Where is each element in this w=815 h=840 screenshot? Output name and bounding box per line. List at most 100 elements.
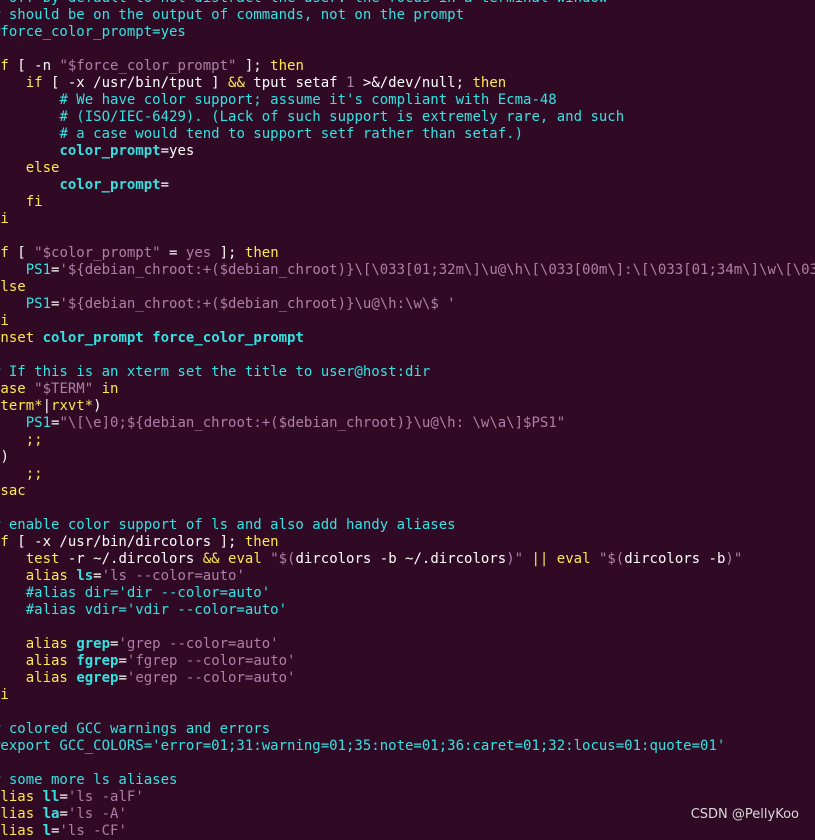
code-token-comment: # some more ls aliases bbox=[0, 772, 177, 788]
code-token-comment: #alias vdir='vdir --color=auto' bbox=[26, 602, 287, 618]
code-line[interactable]: fi bbox=[0, 687, 815, 704]
code-line[interactable]: alias ls='ls --color=auto' bbox=[0, 568, 815, 585]
code-line[interactable] bbox=[0, 228, 815, 245]
code-token-plain bbox=[34, 330, 42, 346]
code-line[interactable]: alias fgrep='fgrep --color=auto' bbox=[0, 653, 815, 670]
code-line[interactable]: color_prompt=yes bbox=[0, 143, 815, 160]
code-line[interactable]: else bbox=[0, 160, 815, 177]
code-line[interactable]: alias l='ls -CF' bbox=[0, 823, 815, 840]
code-line[interactable]: alias grep='grep --color=auto' bbox=[0, 636, 815, 653]
code-token-plain bbox=[0, 262, 26, 278]
code-token-string: '${debian_chroot:+($debian_chroot)}\u@\h… bbox=[59, 296, 455, 312]
code-line[interactable] bbox=[0, 619, 815, 636]
code-token-plain: = bbox=[118, 653, 126, 669]
code-line[interactable]: #alias vdir='vdir --color=auto' bbox=[0, 602, 815, 619]
code-token-var: color_prompt bbox=[59, 143, 160, 159]
code-line[interactable]: PS1='${debian_chroot:+($debian_chroot)}\… bbox=[0, 296, 815, 313]
code-line[interactable]: else bbox=[0, 279, 815, 296]
code-line[interactable]: # a case would tend to support setf rath… bbox=[0, 126, 815, 143]
code-line[interactable]: PS1='${debian_chroot:+($debian_chroot)}\… bbox=[0, 262, 815, 279]
code-line[interactable]: if [ "$color_prompt" = yes ]; then bbox=[0, 245, 815, 262]
code-token-keyword: alias bbox=[0, 789, 34, 805]
code-line[interactable] bbox=[0, 347, 815, 364]
code-token-plain bbox=[0, 296, 26, 312]
code-line[interactable]: # some more ls aliases bbox=[0, 772, 815, 789]
code-token-keyword: fi bbox=[26, 194, 43, 210]
code-token-plain: [ bbox=[9, 245, 34, 261]
code-token-keyword: then bbox=[245, 534, 279, 550]
code-token-var: color_prompt bbox=[59, 177, 160, 193]
code-token-string: '${debian_chroot:+($debian_chroot)}\[\03… bbox=[59, 262, 815, 278]
code-token-plain: = bbox=[93, 568, 101, 584]
code-token-keyword: && bbox=[228, 75, 245, 91]
code-token-plain bbox=[0, 551, 26, 567]
code-token-comment: # We have color support; assume it's com… bbox=[59, 92, 556, 108]
code-token-keyword: eval bbox=[557, 551, 591, 567]
code-line[interactable] bbox=[0, 41, 815, 58]
code-line[interactable]: color_prompt= bbox=[0, 177, 815, 194]
code-line[interactable]: PS1="\[\e]0;${debian_chroot:+($debian_ch… bbox=[0, 415, 815, 432]
code-line[interactable]: # If this is an xterm set the title to u… bbox=[0, 364, 815, 381]
code-token-plain bbox=[548, 551, 556, 567]
code-line[interactable] bbox=[0, 500, 815, 517]
code-token-plain bbox=[144, 330, 152, 346]
code-token-string: "$( bbox=[599, 551, 624, 567]
code-token-keyword: ;; bbox=[26, 466, 43, 482]
terminal-editor-view[interactable]: # off by default to not distract the use… bbox=[0, 0, 815, 840]
code-line[interactable]: # (ISO/IEC-6429). (Lack of such support … bbox=[0, 109, 815, 126]
code-token-string: 'ls -alF' bbox=[68, 789, 144, 805]
code-line[interactable]: #export GCC_COLORS='error=01;31:warning=… bbox=[0, 738, 815, 755]
code-token-keyword: then bbox=[245, 245, 279, 261]
code-line[interactable] bbox=[0, 755, 815, 772]
code-token-plain: | bbox=[43, 398, 51, 414]
code-token-plain bbox=[0, 585, 26, 601]
code-token-comment: # colored GCC warnings and errors bbox=[0, 721, 270, 737]
code-token-comment: # should be on the output of commands, n… bbox=[0, 7, 464, 23]
code-line[interactable]: if [ -x /usr/bin/dircolors ]; then bbox=[0, 534, 815, 551]
code-token-plain: = bbox=[161, 177, 169, 193]
code-token-keyword: alias bbox=[26, 568, 68, 584]
code-token-plain bbox=[220, 551, 228, 567]
code-line[interactable]: # colored GCC warnings and errors bbox=[0, 721, 815, 738]
code-token-keyword: eval bbox=[228, 551, 262, 567]
code-token-ident: PS1 bbox=[26, 415, 51, 431]
code-token-comment: # (ISO/IEC-6429). (Lack of such support … bbox=[59, 109, 624, 125]
code-token-plain bbox=[0, 415, 26, 431]
code-line[interactable]: # off by default to not distract the use… bbox=[0, 0, 815, 7]
code-line[interactable]: if [ -x /usr/bin/tput ] && tput setaf 1 … bbox=[0, 75, 815, 92]
code-token-plain bbox=[0, 670, 26, 686]
code-line[interactable]: fi bbox=[0, 194, 815, 211]
code-line[interactable]: alias ll='ls -alF' bbox=[0, 789, 815, 806]
code-token-var: grep bbox=[76, 636, 110, 652]
code-line[interactable]: # We have color support; assume it's com… bbox=[0, 92, 815, 109]
code-line[interactable]: *) bbox=[0, 449, 815, 466]
code-line[interactable]: test -r ~/.dircolors && eval "$(dircolor… bbox=[0, 551, 815, 568]
code-line[interactable]: ;; bbox=[0, 466, 815, 483]
code-token-plain bbox=[0, 109, 59, 125]
code-line[interactable]: alias egrep='egrep --color=auto' bbox=[0, 670, 815, 687]
code-line[interactable]: case "$TERM" in bbox=[0, 381, 815, 398]
code-token-plain bbox=[34, 823, 42, 839]
code-token-keyword: unset bbox=[0, 330, 34, 346]
code-line[interactable]: ;; bbox=[0, 432, 815, 449]
code-token-plain: = bbox=[59, 789, 67, 805]
code-token-plain bbox=[0, 126, 59, 142]
code-line[interactable]: # should be on the output of commands, n… bbox=[0, 7, 815, 24]
code-token-plain bbox=[0, 636, 26, 652]
code-token-plain: = bbox=[118, 670, 126, 686]
code-token-keyword: || bbox=[532, 551, 549, 567]
code-line[interactable]: #alias dir='dir --color=auto' bbox=[0, 585, 815, 602]
code-token-ident: PS1 bbox=[26, 262, 51, 278]
code-token-plain bbox=[523, 551, 531, 567]
code-token-keyword: if bbox=[0, 58, 9, 74]
code-line[interactable]: fi bbox=[0, 211, 815, 228]
code-line[interactable]: esac bbox=[0, 483, 815, 500]
code-line[interactable]: unset color_prompt force_color_prompt bbox=[0, 330, 815, 347]
code-line[interactable]: if [ -n "$force_color_prompt" ]; then bbox=[0, 58, 815, 75]
code-line[interactable]: fi bbox=[0, 313, 815, 330]
code-line[interactable]: xterm*|rxvt*) bbox=[0, 398, 815, 415]
code-token-plain: tput setaf bbox=[245, 75, 346, 91]
code-line[interactable]: # enable color support of ls and also ad… bbox=[0, 517, 815, 534]
code-line[interactable] bbox=[0, 704, 815, 721]
code-line[interactable]: #force_color_prompt=yes bbox=[0, 24, 815, 41]
